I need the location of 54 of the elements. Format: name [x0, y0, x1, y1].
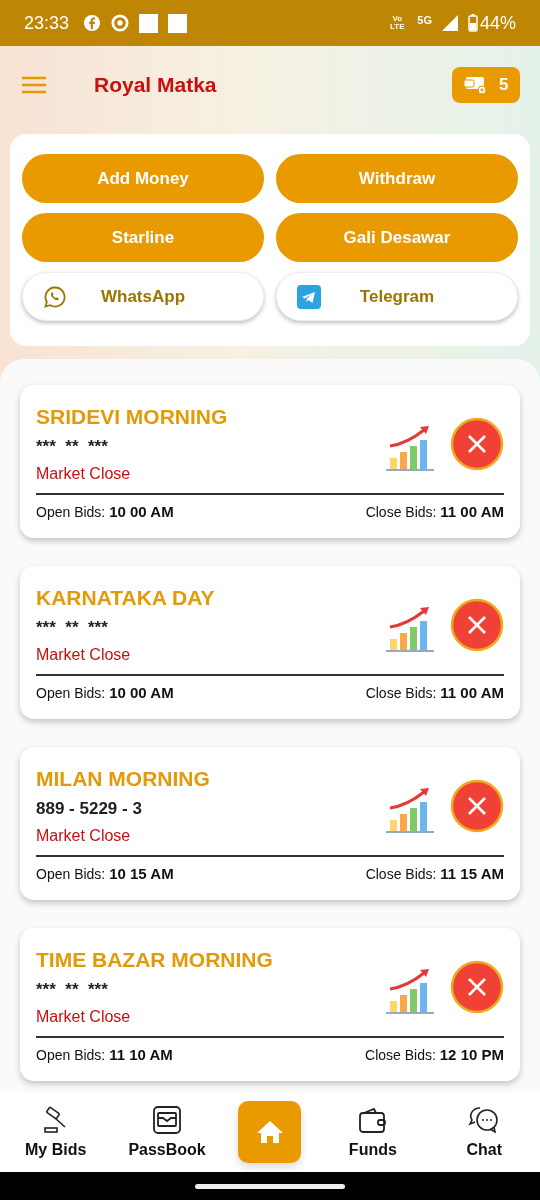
whatsapp-icon: [43, 285, 67, 309]
market-card[interactable]: MILAN MORNING 889 - 5229 - 3 Market Close Open Bids: 10 15 AM Close Bids: 11 15 AM: [20, 747, 520, 900]
notification-icon: [139, 13, 159, 33]
open-bids-time: Open Bids: 10 00 AM: [36, 684, 174, 701]
market-status: Market Close: [36, 646, 132, 664]
market-result: 889 - 5229 - 3: [36, 799, 143, 819]
market-result: *** ** ***: [36, 618, 109, 638]
market-card[interactable]: SRIDEVI MORNING *** ** *** Market Close Open Bids: 10 00 AM Close Bids: 11 00 AM: [20, 385, 520, 538]
nav-tab[interactable]: My Bids: [15, 1105, 96, 1159]
signal-icon: [441, 15, 458, 31]
social-button[interactable]: Telegram: [276, 272, 518, 321]
close-bids-time: Close Bids: 11 00 AM: [365, 503, 504, 520]
wallet-icon: [357, 1105, 388, 1135]
chat-icon: [468, 1105, 501, 1135]
market-status: Market Close: [36, 465, 132, 483]
network-label: 5G: [417, 14, 432, 26]
growth-chart-icon: [384, 605, 436, 653]
nav-tab[interactable]: Chat: [444, 1105, 525, 1159]
app-title: Royal Matka: [94, 73, 217, 97]
nav-tab[interactable]: [238, 1101, 302, 1163]
close-bids-time: Close Bids: 11 00 AM: [365, 684, 504, 701]
market-name: KARNATAKA DAY: [36, 586, 216, 610]
nav-tab[interactable]: Funds: [332, 1105, 413, 1159]
menu-icon[interactable]: [22, 76, 46, 94]
open-bids-time: Open Bids: 11 10 AM: [36, 1046, 173, 1063]
close-bids-time: Close Bids: 12 10 PM: [365, 1046, 504, 1063]
growth-chart-icon: [384, 967, 436, 1015]
home-indicator[interactable]: [195, 1183, 345, 1189]
growth-chart-icon: [384, 786, 436, 834]
growth-chart-icon: [384, 424, 436, 472]
volte-label: Vo LTE: [389, 15, 406, 31]
market-result: *** ** ***: [36, 437, 109, 457]
open-bids-time: Open Bids: 10 15 AM: [36, 865, 174, 882]
passbook-icon: [152, 1105, 183, 1135]
notification-icon: [168, 13, 188, 33]
battery-icon: [467, 14, 478, 32]
market-status: Market Close: [36, 1008, 132, 1026]
status-time: 23:33: [24, 12, 70, 34]
nav-tab[interactable]: PassBook: [127, 1105, 208, 1159]
telegram-icon: [297, 285, 321, 309]
market-status: Market Close: [36, 827, 132, 845]
market-name: MILAN MORNING: [36, 767, 211, 791]
chrome-icon: [111, 14, 130, 32]
market-card[interactable]: TIME BAZAR MORNING *** ** *** Market Close Open Bids: 11 10 AM Close Bids: 12 10 PM: [20, 928, 520, 1081]
social-button[interactable]: WhatsApp: [22, 272, 264, 321]
market-card[interactable]: KARNATAKA DAY *** ** *** Market Close Open Bids: 10 00 AM Close Bids: 11 00 AM: [20, 566, 520, 719]
close-bids-time: Close Bids: 11 15 AM: [365, 865, 504, 882]
wallet-add-icon: [463, 75, 488, 95]
facebook-icon: [83, 14, 102, 32]
battery-level: 44%: [479, 12, 516, 34]
open-bids-time: Open Bids: 10 00 AM: [36, 503, 174, 520]
market-name: SRIDEVI MORNING: [36, 405, 229, 429]
market-name: TIME BAZAR MORNING: [36, 948, 274, 972]
market-result: *** ** ***: [36, 980, 109, 1000]
